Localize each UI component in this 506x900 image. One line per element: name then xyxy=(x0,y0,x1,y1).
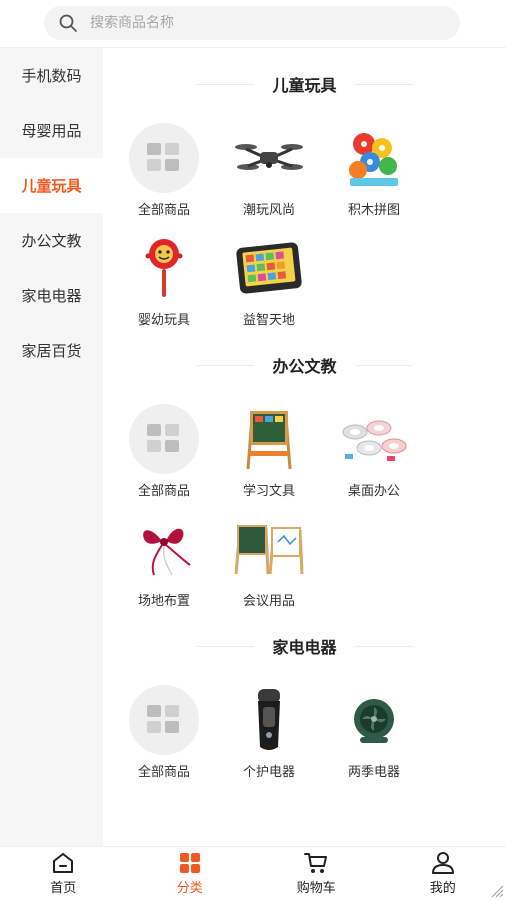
search-input[interactable] xyxy=(90,15,410,31)
section-title-text: 办公文教 xyxy=(272,357,337,376)
subcategory-label: 全部商品 xyxy=(137,203,190,218)
subcategory-meeting[interactable]: 会议用品 xyxy=(208,514,308,614)
tab-label: 首页 xyxy=(50,881,77,896)
sidebar-item-baby[interactable]: 母婴用品 xyxy=(0,103,103,158)
tab-me[interactable]: 我的 xyxy=(380,847,506,900)
section-title-text: 儿童玩具 xyxy=(272,76,337,95)
subcategory-label: 场地布置 xyxy=(137,594,190,609)
sidebar-item-office[interactable]: 办公文教 xyxy=(0,213,103,268)
all-products-icon xyxy=(129,685,199,755)
subcategory-baby-toys[interactable]: 婴幼玩具 xyxy=(103,233,203,333)
subcategory-all-office[interactable]: 全部商品 xyxy=(103,404,203,504)
sidebar-item-appliances[interactable]: 家电电器 xyxy=(0,268,103,323)
subcategory-label: 个护电器 xyxy=(242,765,295,780)
home-icon xyxy=(53,853,74,873)
drone-icon xyxy=(235,144,303,170)
title-divider-left xyxy=(196,83,255,85)
title-divider-left xyxy=(196,364,255,366)
subcategory-venue-decor[interactable]: 场地布置 xyxy=(103,514,203,614)
subcategory-label: 婴幼玩具 xyxy=(137,313,190,328)
search-bar xyxy=(0,0,506,48)
tab-cart[interactable]: 购物车 xyxy=(253,847,380,900)
tab-label: 我的 xyxy=(429,881,456,896)
section-title-office: 办公文教 xyxy=(103,353,506,377)
subcategory-label: 潮玩风尚 xyxy=(242,203,295,218)
easel-board-icon xyxy=(246,411,292,470)
learning-tablet-icon xyxy=(236,242,302,294)
sidebar-item-toys[interactable]: 儿童玩具 xyxy=(0,158,103,213)
resize-grip-icon[interactable] xyxy=(490,884,504,898)
title-divider-right xyxy=(354,364,413,366)
subcategory-personal-care[interactable]: 个护电器 xyxy=(208,685,308,785)
ribbon-bow-icon xyxy=(143,528,191,576)
subcategory-educational[interactable]: 益智天地 xyxy=(208,233,308,333)
subcategory-blocks-puzzles[interactable]: 积木拼图 xyxy=(313,123,413,223)
subcategory-label: 全部商品 xyxy=(137,484,190,499)
user-icon xyxy=(431,852,454,874)
shaver-icon xyxy=(258,689,280,750)
subcategory-trendy-toys[interactable]: 潮玩风尚 xyxy=(208,123,308,223)
tab-label: 分类 xyxy=(176,881,203,896)
subcategory-label: 会议用品 xyxy=(242,594,295,609)
category-icon xyxy=(179,853,200,873)
subcategory-label: 全部商品 xyxy=(137,765,190,780)
category-sidebar: 手机数码 母婴用品 儿童玩具 办公文教 家电电器 家居百货 xyxy=(0,48,103,846)
section-title-appliances: 家电电器 xyxy=(103,634,506,658)
sidebar-item-home[interactable]: 家居百货 xyxy=(0,323,103,378)
building-blocks-icon xyxy=(349,133,398,186)
subcategory-label: 学习文具 xyxy=(242,484,295,499)
subcategory-desk-office[interactable]: 桌面办公 xyxy=(313,404,413,504)
search-box[interactable] xyxy=(44,6,460,40)
subcategory-label: 桌面办公 xyxy=(347,484,400,499)
subcategory-stationery[interactable]: 学习文具 xyxy=(208,404,308,504)
rattle-drum-icon xyxy=(145,239,183,297)
title-divider-left xyxy=(196,645,255,647)
fan-icon xyxy=(354,699,394,743)
subcategory-all-appliances[interactable]: 全部商品 xyxy=(103,685,203,785)
section-title-toys: 儿童玩具 xyxy=(103,72,506,96)
tab-label: 购物车 xyxy=(296,881,336,896)
sidebar-item-phones[interactable]: 手机数码 xyxy=(0,48,103,103)
tab-category[interactable]: 分类 xyxy=(127,847,254,900)
title-divider-right xyxy=(354,645,413,647)
section-title-text: 家电电器 xyxy=(272,638,337,657)
subcategory-label: 益智天地 xyxy=(242,313,295,328)
all-products-icon xyxy=(129,404,199,474)
category-content: 儿童玩具 全部商品 潮玩风尚 积木拼图 婴幼玩具 益智天地 办公文教 全部商品 … xyxy=(103,48,506,846)
all-products-icon xyxy=(129,123,199,193)
subcategory-all-toys[interactable]: 全部商品 xyxy=(103,123,203,223)
whiteboard-easel-icon xyxy=(234,525,304,575)
title-divider-right xyxy=(354,83,413,85)
subcategory-label: 两季电器 xyxy=(347,765,400,780)
tab-home[interactable]: 首页 xyxy=(0,847,127,900)
cart-icon xyxy=(304,853,328,873)
bottom-tab-bar: 首页 分类 购物车 我的 xyxy=(0,846,506,900)
subcategory-seasonal[interactable]: 两季电器 xyxy=(313,685,413,785)
tape-rolls-icon xyxy=(342,420,407,461)
subcategory-label: 积木拼图 xyxy=(347,203,400,218)
search-icon xyxy=(59,14,77,32)
